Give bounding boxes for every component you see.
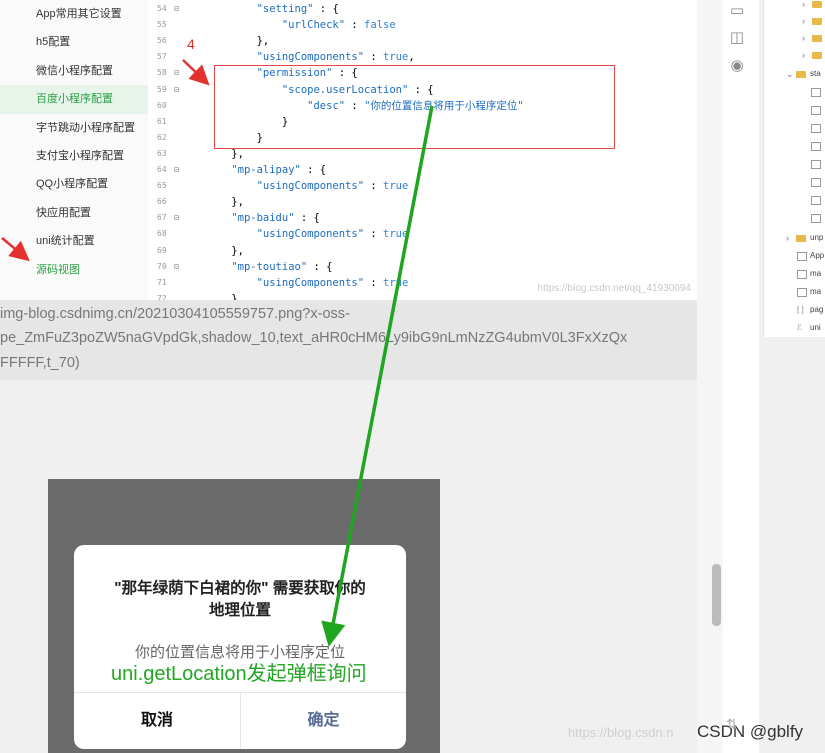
code-text: "usingComponents" : true bbox=[256, 180, 409, 193]
sidebar-item-baidu[interactable]: 百度小程序配置 bbox=[0, 85, 148, 114]
confirm-button[interactable]: 确定 bbox=[241, 693, 406, 749]
line-number: 69 bbox=[157, 245, 167, 255]
broken-image-url-block: img-blog.csdnimg.cn/20210304105559757.pn… bbox=[0, 300, 697, 380]
csdn-credit-watermark: CSDN @gblfy bbox=[697, 722, 804, 741]
line-number: 68 bbox=[157, 229, 167, 239]
permission-highlight-box bbox=[214, 65, 615, 149]
vertical-scrollbar[interactable] bbox=[712, 564, 721, 626]
code-text: }, bbox=[206, 292, 244, 300]
line-number: 66 bbox=[157, 197, 167, 207]
settings-sidebar: App常用其它设置 h5配置 微信小程序配置 百度小程序配置 字节跳动小程序配置… bbox=[0, 0, 148, 300]
sidebar-item-source-view[interactable]: 源码视图 bbox=[0, 256, 148, 284]
code-text: "urlCheck" : false bbox=[281, 19, 396, 32]
sidebar-item-toutiao[interactable]: 字节跳动小程序配置 bbox=[0, 114, 148, 142]
editor-screenshot: App常用其它设置 h5配置 微信小程序配置 百度小程序配置 字节跳动小程序配置… bbox=[0, 0, 697, 300]
line-number: 65 bbox=[157, 181, 167, 191]
dialog-description: 你的位置信息将用于小程序定位 bbox=[134, 644, 345, 661]
line-number: 63 bbox=[157, 148, 167, 158]
sidebar-item-alipay[interactable]: 支付宝小程序配置 bbox=[0, 142, 148, 170]
sidebar-item-app-other[interactable]: App常用其它设置 bbox=[0, 0, 148, 28]
url-line: img-blog.csdnimg.cn/20210304105559757.pn… bbox=[0, 306, 350, 322]
sidebar-item-h5[interactable]: h5配置 bbox=[0, 28, 148, 56]
line-number: 62 bbox=[157, 132, 167, 142]
code-text: "mp-baidu" : { bbox=[231, 212, 320, 225]
editor-watermark: https://blog.csdn.net/qq_41930094 bbox=[537, 283, 691, 294]
code-text: "mp-alipay" : { bbox=[231, 164, 327, 176]
fold-toggle-icon[interactable]: ⊟ bbox=[174, 210, 179, 226]
fold-toggle-icon[interactable]: ⊟ bbox=[174, 65, 179, 81]
tree-label: sta bbox=[810, 69, 821, 78]
code-text: }, bbox=[206, 196, 244, 209]
line-number: 61 bbox=[157, 116, 167, 126]
location-permission-dialog: "那年绿荫下白裙的你" 需要获取你的 地理位置 你的位置信息将用于小程序定位 取… bbox=[74, 545, 406, 749]
page-gutter bbox=[697, 0, 723, 753]
code-editor[interactable]: 54 ⊟ "setting" : {55 "urlCheck" : false 56… bbox=[148, 0, 697, 300]
cancel-button[interactable]: 取消 bbox=[74, 693, 240, 749]
annotation-text: uni.getLocation发起弹框询问 bbox=[111, 663, 367, 685]
code-text: }, bbox=[206, 35, 270, 48]
scroll-arrows-icon[interactable]: ⇅ bbox=[726, 716, 738, 733]
tree-label: uni bbox=[810, 323, 821, 332]
code-text: "mp-toutiao" : { bbox=[231, 260, 333, 273]
sidebar-item-uni-stat[interactable]: uni统计配置 bbox=[0, 227, 148, 255]
sidebar-item-weixin[interactable]: 微信小程序配置 bbox=[0, 57, 148, 85]
sidebar-item-quickapp[interactable]: 快应用配置 bbox=[0, 199, 148, 227]
code-text: "setting" : { bbox=[256, 3, 339, 15]
tree-label: ma bbox=[810, 287, 822, 296]
sidebar-item-qq[interactable]: QQ小程序配置 bbox=[0, 170, 148, 198]
url-line: FFFFF,t_70) bbox=[0, 355, 80, 371]
dialog-title-line: "那年绿荫下白裙的你" 需要获取你的 bbox=[114, 580, 366, 597]
line-number: 60 bbox=[157, 100, 167, 110]
faint-watermark: https://blog.csdn.n bbox=[568, 725, 674, 740]
line-number: 56 bbox=[157, 36, 167, 46]
code-text: "usingComponents" : true bbox=[256, 228, 409, 241]
fold-toggle-icon[interactable]: ⊟ bbox=[174, 162, 179, 178]
tree-label: ma bbox=[810, 269, 822, 278]
line-number: 72 bbox=[157, 293, 167, 300]
step-number-label: 4 bbox=[187, 36, 195, 52]
fold-toggle-icon[interactable]: ⊟ bbox=[174, 1, 179, 17]
line-number: 71 bbox=[157, 277, 167, 287]
code-text: }, bbox=[206, 244, 244, 257]
split-view-icon[interactable]: ◫ bbox=[726, 27, 748, 49]
code-text: "usingComponents" : true, bbox=[256, 51, 415, 64]
dialog-title: "那年绿荫下白裙的你" 需要获取你的 地理位置 bbox=[74, 578, 406, 622]
tree-label: App bbox=[810, 251, 825, 260]
fold-toggle-icon[interactable]: ⊟ bbox=[174, 259, 179, 275]
window-icon[interactable]: ▭ bbox=[726, 0, 748, 22]
tree-label: unp bbox=[810, 233, 824, 242]
line-number: 55 bbox=[157, 20, 167, 30]
tree-label: pag bbox=[810, 305, 824, 314]
eye-icon[interactable]: ◉ bbox=[726, 55, 748, 77]
code-text: "usingComponents" : true bbox=[256, 276, 409, 289]
fold-toggle-icon[interactable]: ⊟ bbox=[174, 82, 179, 98]
right-toolbar: ▭ ◫ ◉ bbox=[723, 0, 759, 753]
url-line: pe_ZmFuZ3poZW5naGVpdGk,shadow_10,text_aH… bbox=[0, 330, 628, 346]
file-tree-panel: › › › › ⌄ sta › unp App ma ma [ ] pag ℰuni bbox=[763, 0, 825, 337]
line-number: 57 bbox=[157, 52, 167, 62]
dialog-title-line: 地理位置 bbox=[208, 602, 271, 619]
